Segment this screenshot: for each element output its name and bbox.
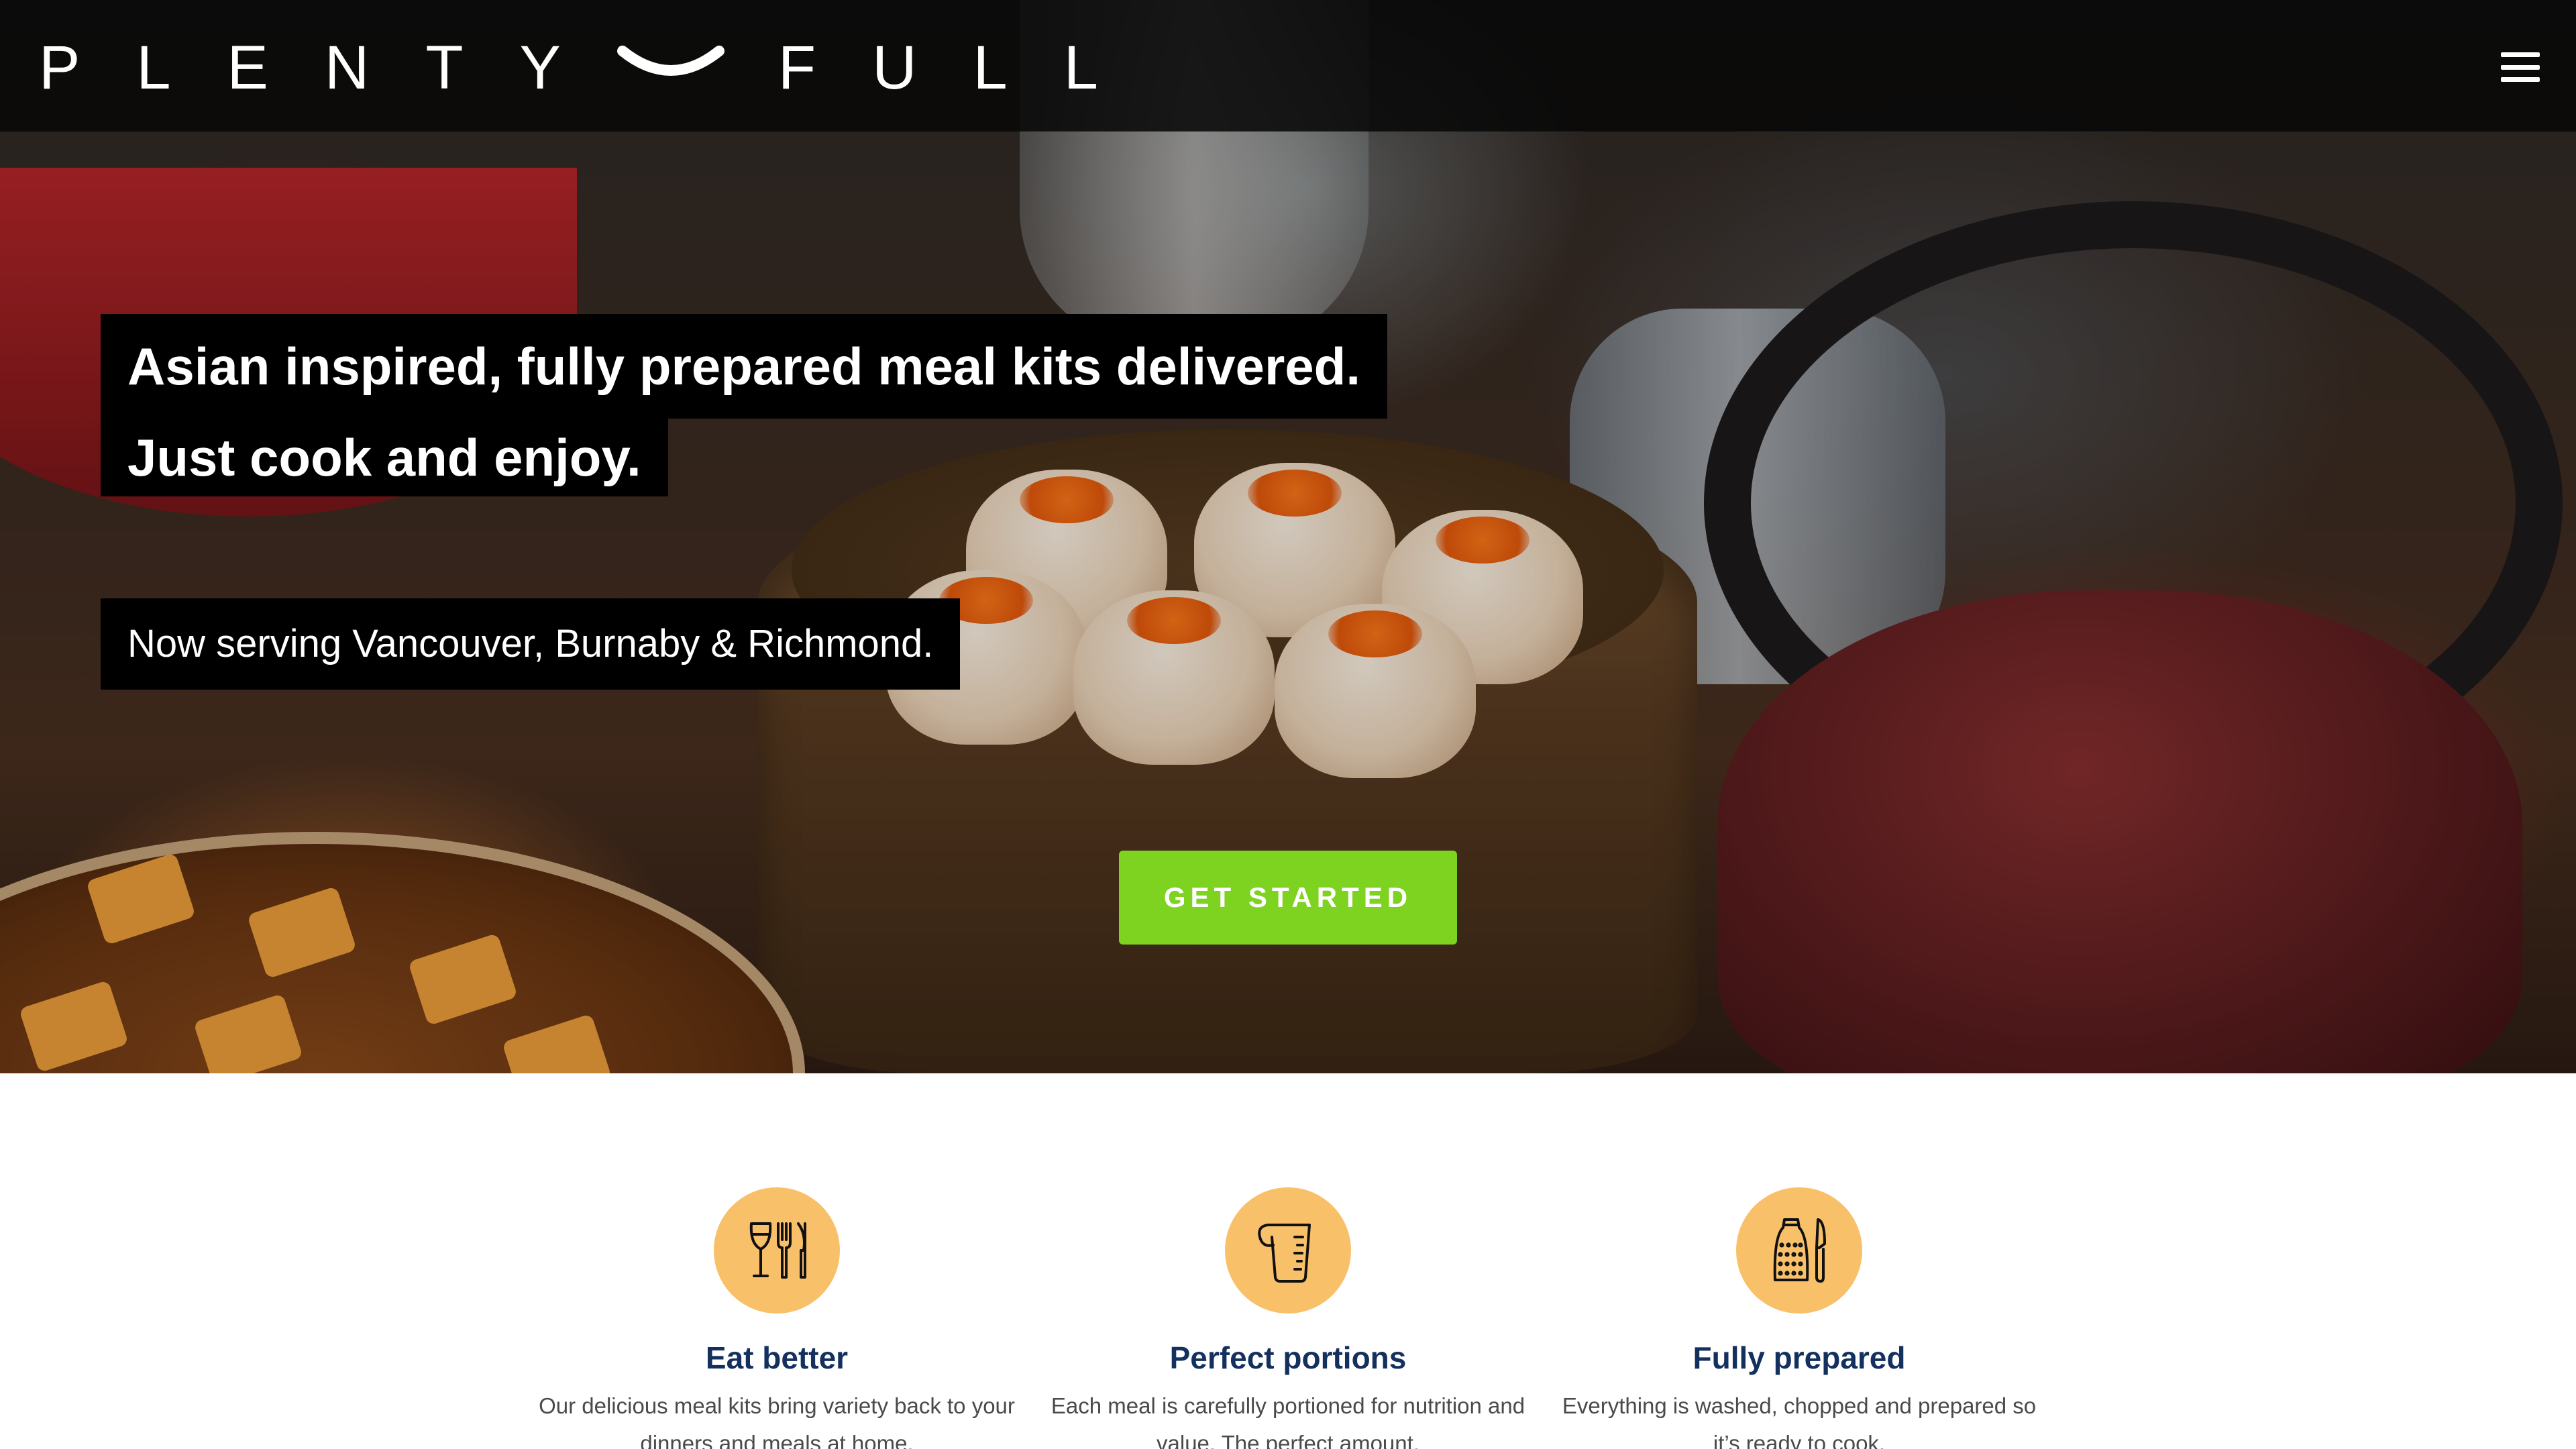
features-section: Eat better Our delicious meal kits bring… [0, 1073, 2576, 1449]
feature-eat-better: Eat better Our delicious meal kits bring… [522, 1187, 1032, 1449]
hero-service-area: Now serving Vancouver, Burnaby & Richmon… [101, 598, 961, 690]
feature-title: Eat better [705, 1340, 849, 1375]
measuring-cup-icon [1225, 1187, 1351, 1313]
get-started-button[interactable]: GET STARTED [1119, 851, 1457, 945]
feature-fully-prepared: Fully prepared Everything is washed, cho… [1544, 1187, 2054, 1449]
feature-description: Our delicious meal kits bring variety ba… [539, 1393, 1015, 1449]
wine-glass-and-cutlery-icon [714, 1187, 840, 1313]
feature-description: Each meal is carefully portioned for nut… [1051, 1393, 1525, 1449]
logo-text-right: FULL [777, 33, 1155, 102]
plentyfull-logo[interactable]: PLENTY FULL [39, 34, 1155, 102]
feature-perfect-portions: Perfect portions Each meal is carefully … [1033, 1187, 1543, 1449]
feature-description: Everything is washed, chopped and prepar… [1562, 1393, 2037, 1449]
hero-section: Asian inspired, fully prepared meal kits… [0, 0, 2576, 1073]
feature-title: Perfect portions [1169, 1340, 1407, 1375]
menu-bar [2501, 52, 2540, 57]
menu-bar [2501, 77, 2540, 82]
hero-headline-line-1: Asian inspired, fully prepared meal kits… [101, 314, 1387, 419]
grater-and-knife-icon [1736, 1187, 1862, 1313]
top-navbar: PLENTY FULL [0, 0, 2576, 131]
menu-bar [2501, 64, 2540, 70]
logo-text-left: PLENTY [39, 33, 617, 102]
feature-title: Fully prepared [1693, 1340, 1906, 1375]
hero-headline-line-2: Just cook and enjoy. [101, 419, 668, 496]
smile-logo-icon [616, 46, 724, 76]
hamburger-menu-icon[interactable] [2501, 52, 2540, 82]
